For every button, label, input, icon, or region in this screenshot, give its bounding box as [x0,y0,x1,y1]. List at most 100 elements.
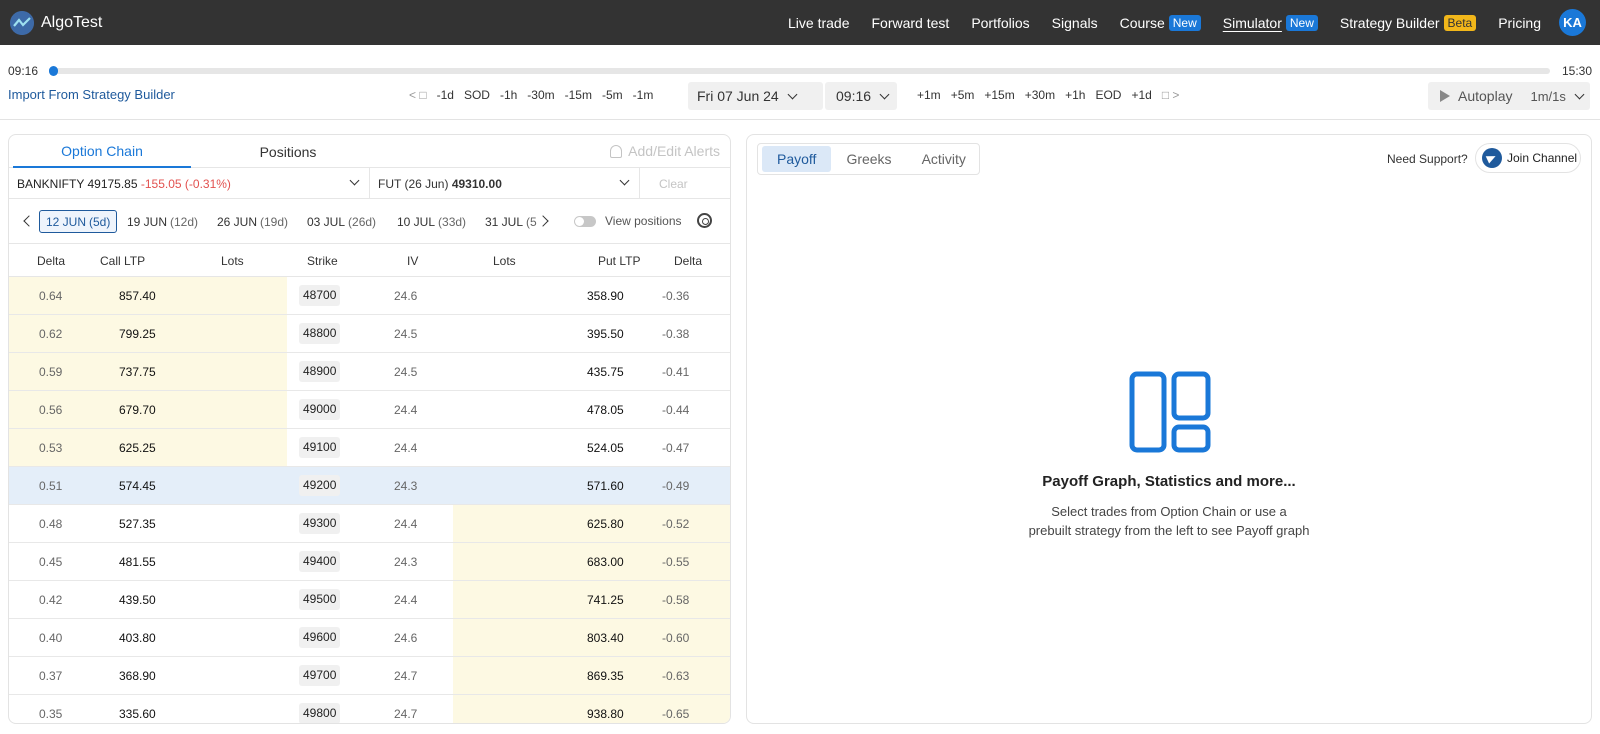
avatar[interactable]: KA [1559,9,1586,36]
put-ltp[interactable]: 741.25 [587,593,624,607]
gear-icon[interactable] [697,213,712,228]
put-ltp[interactable]: 683.00 [587,555,624,569]
add-edit-alerts-button[interactable]: Add/Edit Alerts [610,143,720,159]
nav-pricing[interactable]: Pricing [1498,15,1541,31]
table-row[interactable]: 0.53 625.25 49100 24.4 524.05 -0.47 [9,429,730,467]
put-ltp[interactable]: 358.90 [587,289,624,303]
step-fwd-1h[interactable]: +1h [1065,88,1085,102]
chevron-right-icon[interactable] [537,215,549,227]
call-ltp[interactable]: 857.40 [119,289,156,303]
chevron-down-icon[interactable] [619,175,630,186]
step-back-15m[interactable]: -15m [565,88,592,102]
table-row[interactable]: 0.48 527.35 49300 24.4 625.80 -0.52 [9,505,730,543]
step-fwd-5m[interactable]: +5m [951,88,975,102]
call-ltp[interactable]: 439.50 [119,593,156,607]
expiry-chip[interactable]: 31 JUL (5 [479,210,537,233]
nav-simulator[interactable]: Simulator New [1223,14,1318,31]
put-ltp[interactable]: 869.35 [587,669,624,683]
step-fwd-15m[interactable]: +15m [984,88,1014,102]
table-row[interactable]: 0.42 439.50 49500 24.4 741.25 -0.58 [9,581,730,619]
strike-price: 48900 [299,361,341,382]
expiry-chip[interactable]: 12 JUN (5d) [39,210,118,233]
call-ltp[interactable]: 737.75 [119,365,156,379]
expiry-row: 12 JUN (5d) 19 JUN (12d) 26 JUN (19d) 03 JU… [9,199,730,244]
clear-button[interactable]: Clear [659,177,688,191]
step-sod[interactable]: SOD [464,88,490,102]
future-select[interactable]: FUT (26 Jun) 49310.00 [378,177,502,191]
step-fwd-30m[interactable]: +30m [1025,88,1055,102]
timeline-slider[interactable] [49,66,1550,76]
put-ltp[interactable]: 571.60 [587,479,624,493]
step-eod[interactable]: EOD [1095,88,1121,102]
join-channel-button[interactable]: Join Channel [1475,143,1581,173]
table-row[interactable]: 0.59 737.75 48900 24.5 435.75 -0.41 [9,353,730,391]
chevron-down-icon[interactable] [349,175,360,186]
table-row[interactable]: 0.64 857.40 48700 24.6 358.90 -0.36 [9,277,730,315]
put-ltp[interactable]: 435.75 [587,365,624,379]
timeline-handle[interactable] [49,66,58,76]
table-row[interactable]: 0.62 799.25 48800 24.5 395.50 -0.38 [9,315,730,353]
call-ltp[interactable]: 679.70 [119,403,156,417]
lock-next-icon[interactable]: □ > [1162,88,1180,102]
nav-strategy-builder[interactable]: Strategy Builder Beta [1339,14,1477,31]
tab-greeks[interactable]: Greeks [831,146,906,172]
call-ltp[interactable]: 574.45 [119,479,156,493]
put-delta: -0.63 [662,669,690,683]
nav-live-trade[interactable]: Live trade [788,15,849,31]
put-ltp[interactable]: 625.80 [587,517,624,531]
tab-positions[interactable]: Positions [199,135,377,168]
put-ltp[interactable]: 395.50 [587,327,624,341]
nav-signals[interactable]: Signals [1052,15,1098,31]
table-row[interactable]: 0.45 481.55 49400 24.3 683.00 -0.55 [9,543,730,581]
nav-forward-test[interactable]: Forward test [872,15,950,31]
step-back-1d[interactable]: -1d [437,88,454,102]
put-ltp[interactable]: 803.40 [587,631,624,645]
table-row[interactable]: 0.35 335.60 49800 24.7 938.80 -0.65 [9,695,730,723]
autoplay-button[interactable]: Autoplay 1m/1s [1428,82,1590,110]
nav-label: Strategy Builder [1339,14,1440,31]
call-ltp[interactable]: 527.35 [119,517,156,531]
put-ltp[interactable]: 478.05 [587,403,624,417]
tab-option-chain[interactable]: Option Chain [13,135,191,168]
lock-prev-icon[interactable]: < □ [409,88,427,102]
put-ltp[interactable]: 524.05 [587,441,624,455]
tab-activity[interactable]: Activity [907,146,981,172]
call-ltp[interactable]: 625.25 [119,441,156,455]
call-ltp[interactable]: 368.90 [119,669,156,683]
put-delta: -0.41 [662,365,690,379]
step-fwd-1m[interactable]: +1m [917,88,941,102]
put-ltp[interactable]: 938.80 [587,707,624,721]
chevron-left-icon[interactable] [23,215,35,227]
import-from-strategy-builder-link[interactable]: Import From Strategy Builder [8,87,175,102]
tab-payoff[interactable]: Payoff [762,146,832,172]
expiry-chip[interactable]: 26 JUN (19d) [211,210,294,233]
timeline-bar: 09:16 15:30 Import From Strategy Builder… [0,45,1600,120]
view-positions-toggle[interactable] [574,216,596,227]
expiry-chip[interactable]: 19 JUN (12d) [121,210,204,233]
call-ltp[interactable]: 481.55 [119,555,156,569]
step-back-1m[interactable]: -1m [633,88,654,102]
time-select[interactable]: 09:16 [825,82,897,110]
call-ltp[interactable]: 403.80 [119,631,156,645]
step-back-1h[interactable]: -1h [500,88,517,102]
nav-portfolios[interactable]: Portfolios [971,15,1029,31]
call-delta: 0.53 [39,441,63,455]
nav-course[interactable]: Course New [1120,14,1201,31]
underlying-select[interactable]: BANKNIFTY 49175.85 -155.05 (-0.31%) [17,177,231,191]
brand[interactable]: AlgoTest [10,10,102,35]
call-ltp[interactable]: 335.60 [119,707,156,721]
table-row[interactable]: 0.40 403.80 49600 24.6 803.40 -0.60 [9,619,730,657]
step-back-5m[interactable]: -5m [602,88,623,102]
table-row[interactable]: 0.56 679.70 49000 24.4 478.05 -0.44 [9,391,730,429]
date-select[interactable]: Fri 07 Jun 24 [688,82,823,110]
expiry-chip[interactable]: 03 JUL (26d) [301,210,382,233]
speed-select[interactable]: 1m/1s [1530,89,1565,104]
table-row[interactable]: 0.37 368.90 49700 24.7 869.35 -0.63 [9,657,730,695]
step-fwd-1d[interactable]: +1d [1131,88,1151,102]
expiry-chip[interactable]: 10 JUL (33d) [391,210,472,233]
put-delta: -0.58 [662,593,690,607]
call-ltp[interactable]: 799.25 [119,327,156,341]
table-row[interactable]: 0.51 574.45 49200 24.3 571.60 -0.49 [9,467,730,505]
new-badge: New [1168,14,1201,31]
step-back-30m[interactable]: -30m [527,88,554,102]
